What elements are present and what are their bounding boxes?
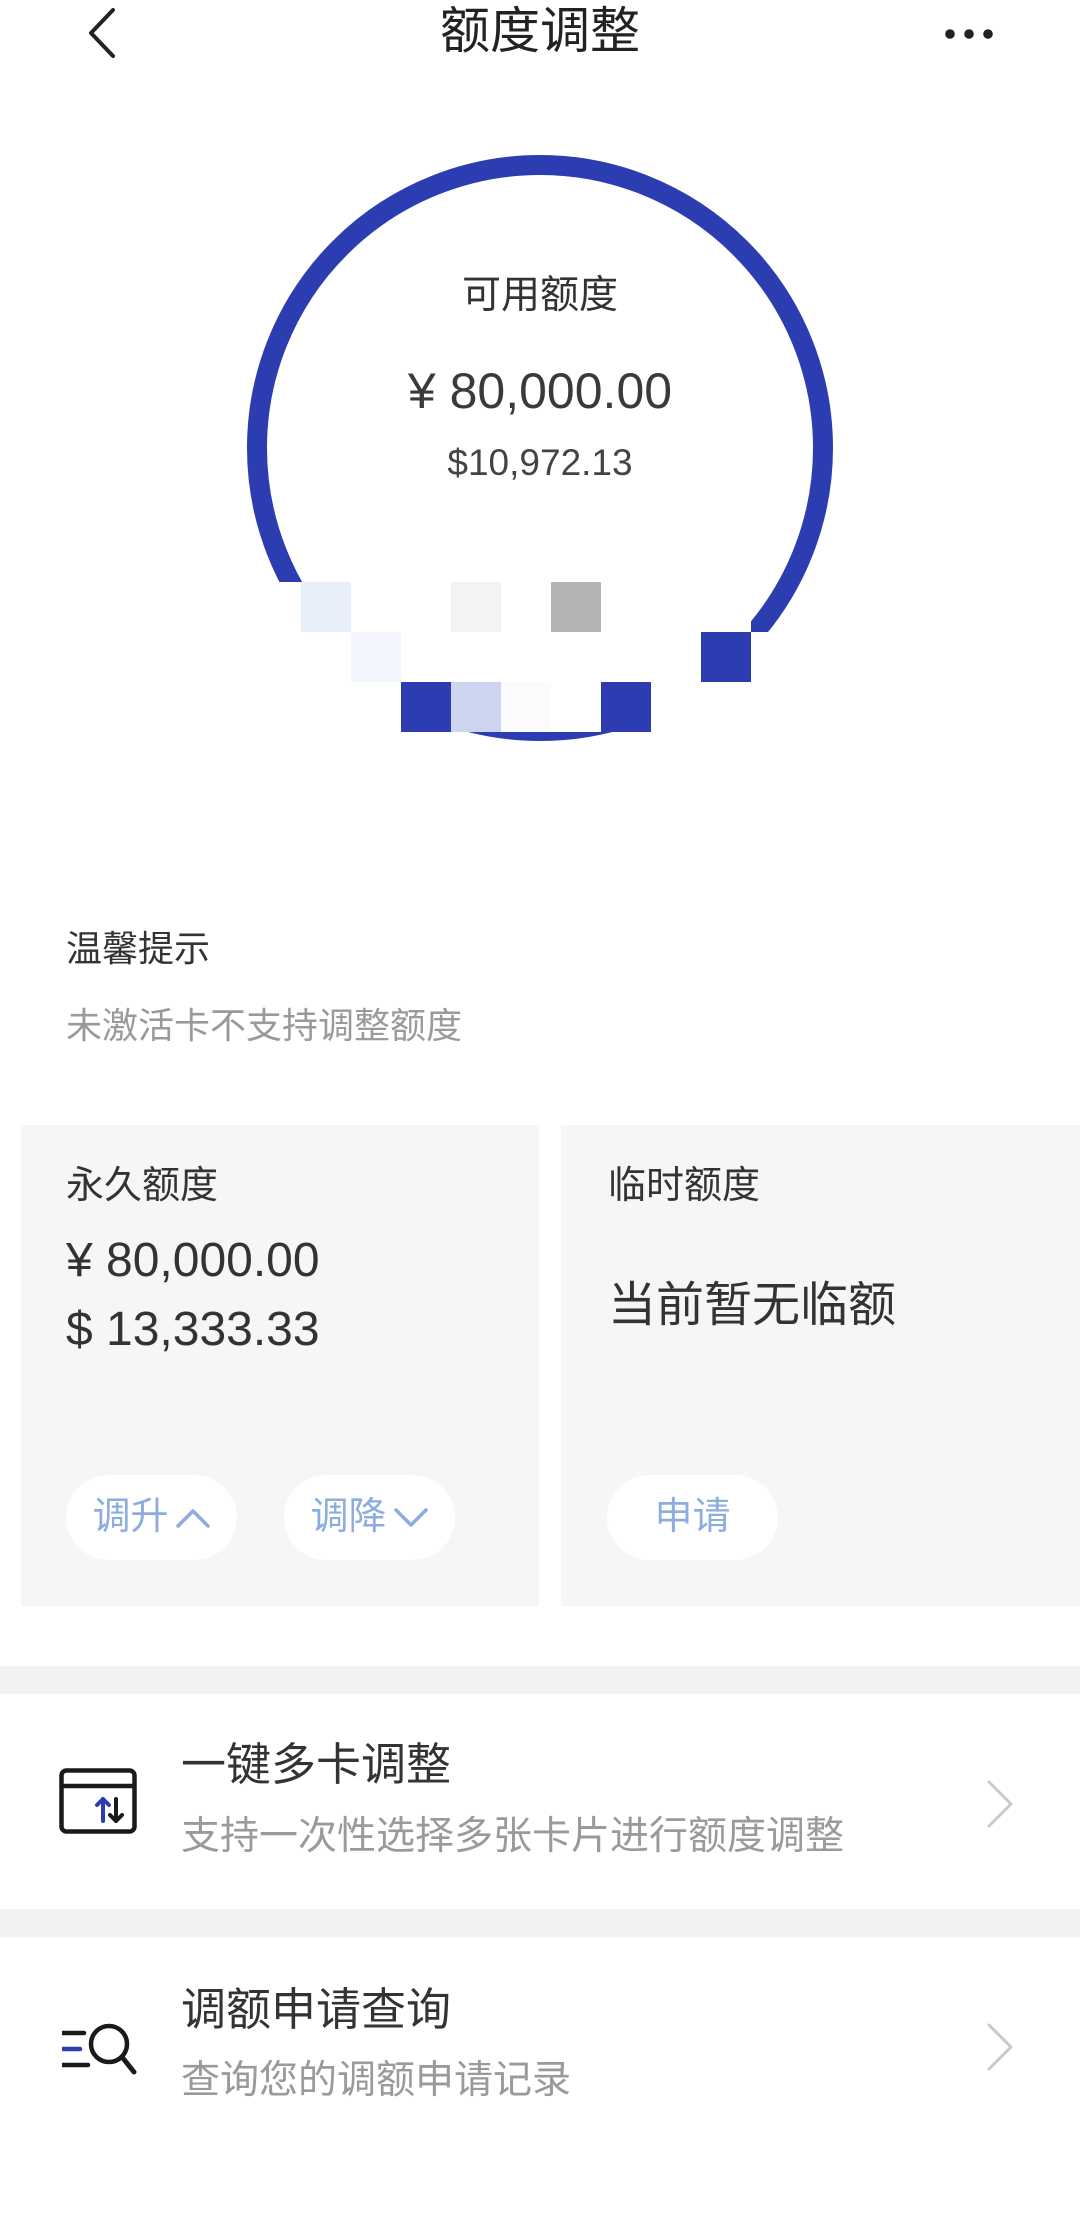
- section-divider: [0, 1909, 1080, 1937]
- search-list-icon: [62, 2023, 137, 2075]
- mosaic-cell: [451, 632, 501, 682]
- mosaic-cell: [551, 682, 601, 732]
- temporary-limit-status: 当前暂无临额: [608, 1279, 897, 1332]
- decrease-limit-button[interactable]: 调降: [284, 1475, 455, 1560]
- mosaic-cell: [601, 582, 651, 632]
- temporary-limit-card: 临时额度 当前暂无临额 申请: [561, 1125, 1080, 1606]
- tips-section: 温馨提示 未激活卡不支持调整额度: [0, 900, 1080, 1060]
- mosaic-cell: [601, 682, 651, 732]
- available-credit-usd: $10,972.13: [447, 442, 633, 483]
- menu-item-adjust-query[interactable]: 调额申请查询 查询您的调额申请记录: [0, 1937, 1080, 2214]
- increase-limit-button[interactable]: 调升: [66, 1475, 237, 1560]
- chevron-right-icon: [987, 2023, 1013, 2071]
- mosaic-cell: [301, 682, 351, 732]
- available-credit-cny: ¥ 80,000.00: [407, 363, 673, 419]
- permanent-limit-label: 永久额度: [66, 1165, 219, 1207]
- chevron-left-icon: [89, 8, 115, 58]
- mosaic-cell: [401, 682, 451, 732]
- temporary-limit-label: 临时额度: [608, 1165, 761, 1207]
- redaction-mask: [275, 582, 301, 620]
- limit-cards: 永久额度 ¥ 80,000.00 $ 13,333.33 调升 调降 临时额度 …: [0, 1125, 1080, 1606]
- chevron-right-icon: [987, 1780, 1013, 1828]
- mosaic-cell: [551, 632, 601, 682]
- mosaic-cell: [701, 682, 751, 732]
- redaction-mosaic: [301, 582, 751, 732]
- mosaic-cell: [301, 632, 351, 682]
- permanent-limit-cny: ¥ 80,000.00: [66, 1234, 320, 1287]
- menu-item-multi-card-adjust[interactable]: 一键多卡调整 支持一次性选择多张卡片进行额度调整: [0, 1694, 1080, 1909]
- section-divider: [0, 1666, 1080, 1694]
- mosaic-cell: [601, 632, 651, 682]
- mosaic-cell: [701, 632, 751, 682]
- redaction-mask: [751, 632, 791, 740]
- mosaic-cell: [301, 582, 351, 632]
- apply-temporary-label: 申请: [654, 1496, 731, 1538]
- menu-item-title: 调额申请查询: [181, 1984, 452, 2035]
- available-credit-label: 可用额度: [461, 274, 618, 317]
- mosaic-cell: [351, 582, 401, 632]
- apply-temporary-button[interactable]: 申请: [607, 1475, 778, 1560]
- mosaic-cell: [451, 582, 501, 632]
- increase-limit-label: 调升: [92, 1496, 169, 1538]
- mosaic-cell: [651, 632, 701, 682]
- mosaic-cell: [401, 582, 451, 632]
- back-button[interactable]: [80, 2, 124, 64]
- available-credit-gauge: 可用额度 ¥ 80,000.00 $10,972.13: [247, 155, 833, 741]
- menu-item-subtitle: 支持一次性选择多张卡片进行额度调整: [181, 1815, 845, 1858]
- mosaic-cell: [401, 632, 451, 682]
- mosaic-cell: [501, 582, 551, 632]
- mosaic-cell: [451, 682, 501, 732]
- page-title: 额度调整: [440, 3, 640, 59]
- mosaic-cell: [701, 582, 751, 632]
- mosaic-cell: [651, 582, 701, 632]
- mosaic-cell: [501, 632, 551, 682]
- permanent-limit-usd: $ 13,333.33: [66, 1303, 320, 1356]
- tip-text: 未激活卡不支持调整额度: [66, 1005, 463, 1046]
- decrease-limit-label: 调降: [310, 1496, 387, 1538]
- chevron-down-icon: [393, 1507, 428, 1527]
- menu-item-subtitle: 查询您的调额申请记录: [181, 2059, 572, 2102]
- tip-title: 温馨提示: [66, 928, 211, 969]
- mosaic-cell: [501, 682, 551, 732]
- top-bar: 额度调整: [0, 0, 1080, 70]
- chevron-up-icon: [175, 1508, 210, 1528]
- mosaic-cell: [351, 632, 401, 682]
- mosaic-cell: [351, 682, 401, 732]
- more-button[interactable]: [936, 14, 1002, 54]
- permanent-limit-card: 永久额度 ¥ 80,000.00 $ 13,333.33 调升 调降: [21, 1125, 539, 1606]
- menu-item-title: 一键多卡调整: [181, 1739, 452, 1790]
- mosaic-cell: [651, 682, 701, 732]
- more-icon: [945, 29, 993, 39]
- multi-card-adjust-icon: [59, 1768, 137, 1834]
- mosaic-cell: [551, 582, 601, 632]
